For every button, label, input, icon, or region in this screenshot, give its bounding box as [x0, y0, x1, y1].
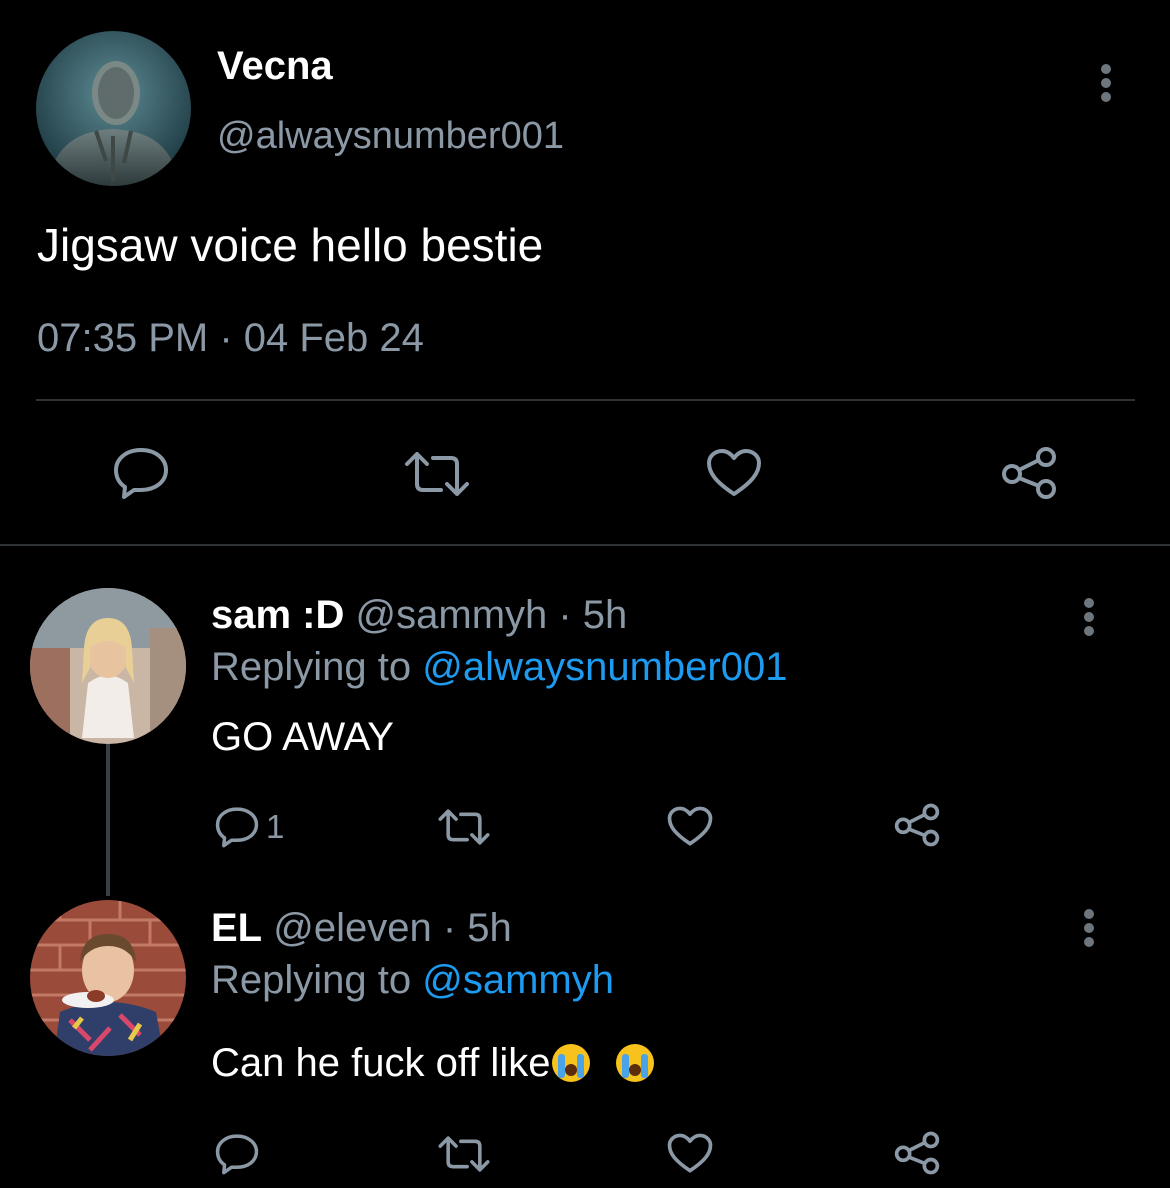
- author-name[interactable]: Vecna: [217, 44, 333, 89]
- loudly-crying-face-icon: [615, 1044, 654, 1082]
- reply-button[interactable]: 1: [214, 806, 284, 848]
- share-icon: [1002, 447, 1056, 499]
- reply-handle-time[interactable]: @eleven · 5h: [273, 906, 512, 950]
- mention-link[interactable]: @sammyh: [422, 958, 614, 1002]
- replying-to: Replying to @alwaysnumber001: [211, 645, 787, 690]
- reply-button[interactable]: [112, 446, 170, 500]
- share-button[interactable]: [893, 1131, 941, 1175]
- share-icon: [894, 803, 940, 847]
- replying-to-label: Replying to: [211, 958, 423, 1002]
- replying-to-label: Replying to: [211, 645, 423, 689]
- retweet-button[interactable]: [403, 450, 471, 498]
- like-button[interactable]: [706, 448, 762, 498]
- loudly-crying-face-icon: [552, 1044, 591, 1082]
- share-button[interactable]: [893, 803, 941, 847]
- reply-author-name[interactable]: EL: [211, 906, 262, 950]
- divider: [36, 399, 1135, 401]
- heart-icon: [667, 1133, 713, 1173]
- more-options-icon[interactable]: [1083, 596, 1095, 638]
- share-icon: [894, 1131, 940, 1175]
- reply-text: GO AWAY: [211, 715, 394, 759]
- vecna-avatar[interactable]: [36, 31, 191, 186]
- tweet-timestamp[interactable]: 07:35 PM · 04 Feb 24: [37, 316, 424, 361]
- retweet-icon: [405, 452, 469, 496]
- retweet-button[interactable]: [437, 1135, 491, 1173]
- reply-author-name[interactable]: sam :D: [211, 593, 344, 637]
- retweet-icon: [438, 1136, 490, 1172]
- share-button[interactable]: [1000, 446, 1058, 500]
- divider: [0, 544, 1170, 546]
- tweet-text: Jigsaw voice hello bestie: [37, 219, 544, 271]
- heart-icon: [707, 449, 761, 496]
- sam-avatar[interactable]: [30, 588, 186, 744]
- author-handle[interactable]: @alwaysnumber001: [217, 115, 564, 158]
- reply-text-row: Can he fuck off like: [211, 1041, 654, 1086]
- like-button[interactable]: [667, 806, 713, 847]
- reply-icon: [215, 807, 259, 848]
- reply-button[interactable]: [214, 1133, 260, 1175]
- more-options-icon[interactable]: [1100, 62, 1112, 104]
- retweet-button[interactable]: [437, 808, 491, 846]
- reply-handle-time[interactable]: @sammyh · 5h: [356, 593, 628, 637]
- reply-count: 1: [266, 808, 285, 845]
- reply-text: Can he fuck off like: [211, 1041, 551, 1085]
- like-button[interactable]: [667, 1133, 713, 1174]
- heart-icon: [667, 806, 713, 846]
- el-avatar[interactable]: [30, 900, 186, 1056]
- reply-icon: [114, 448, 168, 499]
- thread-connector: [106, 744, 110, 896]
- reply-icon: [215, 1134, 259, 1175]
- retweet-icon: [438, 809, 490, 845]
- replying-to: Replying to @sammyh: [211, 958, 614, 1003]
- tweet-thread: Vecna @alwaysnumber001 Jigsaw voice hell…: [0, 0, 1170, 1188]
- more-options-icon[interactable]: [1083, 907, 1095, 949]
- mention-link[interactable]: @alwaysnumber001: [422, 645, 787, 689]
